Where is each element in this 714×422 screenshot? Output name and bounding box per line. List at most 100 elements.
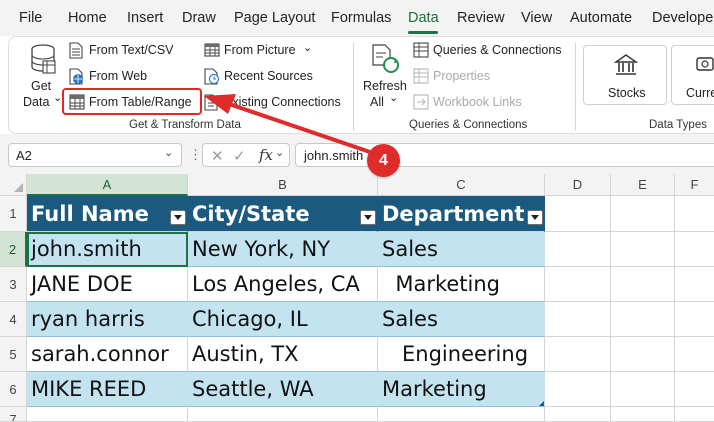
row-header-6[interactable]: 6 [0,372,27,407]
empty-cell[interactable] [611,337,675,372]
column-header-d[interactable]: D [545,174,611,196]
filter-dropdown-icon[interactable] [527,210,543,225]
menu-insert[interactable]: Insert [127,10,163,26]
picture-icon [204,43,220,57]
table-header-cell[interactable]: Department [378,196,545,232]
empty-cell[interactable] [378,407,545,422]
worksheet-grid: A B C D E F 1 2 3 4 5 6 7 Full Name City… [0,174,714,422]
menu-page-layout[interactable]: Page Layout [234,10,315,26]
empty-cell[interactable] [545,372,611,407]
empty-cell[interactable] [675,337,714,372]
empty-cell[interactable] [611,267,675,302]
table-header-cell[interactable]: Full Name [27,196,188,232]
row-header-4[interactable]: 4 [0,302,27,337]
menu-home[interactable]: Home [68,10,107,26]
table-cell[interactable]: Sales [378,302,545,337]
column-header-a[interactable]: A [27,174,188,196]
from-text-csv-button[interactable]: From Text/CSV [69,41,199,61]
empty-cell[interactable] [675,407,714,422]
table-cell[interactable]: sarah.connor [27,337,188,372]
row-header-3[interactable]: 3 [0,267,27,302]
chevron-down-icon[interactable]: ⌄ [164,146,173,159]
table-cell[interactable]: ryan harris [27,302,188,337]
stocks-button[interactable]: Stocks [583,45,667,105]
more-options-icon[interactable]: ⋮ [189,147,202,163]
row-header-7[interactable]: 7 [0,407,27,422]
empty-cell[interactable] [545,196,611,232]
cancel-icon[interactable]: ✕ [211,147,224,165]
name-box[interactable]: A2 [8,143,182,167]
table-cell[interactable]: JANE DOE [27,267,188,302]
table-cell[interactable]: Los Angeles, CA [188,267,378,302]
from-web-label: From Web [89,69,148,83]
column-header-b[interactable]: B [188,174,378,196]
filter-dropdown-icon[interactable] [170,210,186,225]
table-header-cell[interactable]: City/State [188,196,378,232]
row-header-1[interactable]: 1 [0,196,27,232]
empty-cell[interactable] [611,372,675,407]
menu-view[interactable]: View [521,10,552,26]
menu-data[interactable]: Data [408,10,439,26]
from-picture-button[interactable]: From Picture ⌄ [204,41,314,61]
refresh-all-button[interactable]: Refresh All ⌄ [361,41,411,113]
empty-cell[interactable] [545,337,611,372]
menu-automate[interactable]: Automate [570,10,632,26]
workbook-links-button[interactable]: Workbook Links [413,93,533,113]
filter-dropdown-icon[interactable] [360,210,376,225]
table-cell[interactable]: Seattle, WA [188,372,378,407]
table-cell[interactable]: Engineering [378,337,545,372]
workbook-links-label: Workbook Links [433,95,522,109]
web-icon [69,68,83,85]
recent-sources-button[interactable]: Recent Sources [204,67,324,87]
empty-cell[interactable] [27,407,188,422]
empty-cell[interactable] [188,407,378,422]
column-header-e[interactable]: E [611,174,675,196]
menu-formulas[interactable]: Formulas [331,10,391,26]
empty-cell[interactable] [611,407,675,422]
select-all-corner[interactable] [0,174,27,196]
empty-cell[interactable] [675,196,714,232]
row-header-5[interactable]: 5 [0,337,27,372]
empty-cell[interactable] [545,267,611,302]
properties-button[interactable]: Properties [413,67,513,87]
confirm-icon[interactable]: ✓ [233,147,246,165]
queries-connections-button[interactable]: Queries & Connections [413,41,573,61]
empty-cell[interactable] [675,232,714,267]
table-resize-handle[interactable] [539,401,544,406]
menu-file[interactable]: File [19,10,42,26]
menu-developer[interactable]: Developer [652,10,714,26]
menu-review[interactable]: Review [457,10,505,26]
insert-function-icon[interactable]: fx [259,146,273,164]
empty-cell[interactable] [675,302,714,337]
row-header-2[interactable]: 2 [0,232,27,267]
empty-cell[interactable] [611,196,675,232]
table-cell[interactable]: Austin, TX [188,337,378,372]
empty-cell[interactable] [675,267,714,302]
table-cell[interactable]: New York, NY [188,232,378,267]
formula-bar: A2 ⌄ ⋮ ✕ ✓ fx ⌄ john.smith [0,134,714,174]
currencies-button[interactable]: Currenc [671,45,714,105]
get-data-button[interactable]: Get Data ⌄ [19,41,67,113]
table-cell[interactable]: Marketing [378,267,545,302]
formula-input[interactable]: john.smith [295,143,714,167]
recent-sources-icon [204,68,220,85]
empty-cell[interactable] [611,302,675,337]
table-cell[interactable]: Marketing [378,372,545,407]
connections-icon [204,94,218,111]
data-types-group-label: Data Types [649,119,707,131]
menu-draw[interactable]: Draw [182,10,216,26]
from-web-button[interactable]: From Web [69,67,179,87]
existing-connections-button[interactable]: Existing Connections [204,93,349,113]
column-header-c[interactable]: C [378,174,545,196]
empty-cell[interactable] [675,372,714,407]
column-header-f[interactable]: F [675,174,714,196]
table-cell[interactable]: john.smith [27,232,188,267]
table-cell[interactable]: Sales [378,232,545,267]
empty-cell[interactable] [611,232,675,267]
empty-cell[interactable] [545,407,611,422]
empty-cell[interactable] [545,302,611,337]
empty-cell[interactable] [545,232,611,267]
table-cell[interactable]: Chicago, IL [188,302,378,337]
chevron-down-icon[interactable]: ⌄ [275,146,284,159]
table-cell[interactable]: MIKE REED [27,372,188,407]
